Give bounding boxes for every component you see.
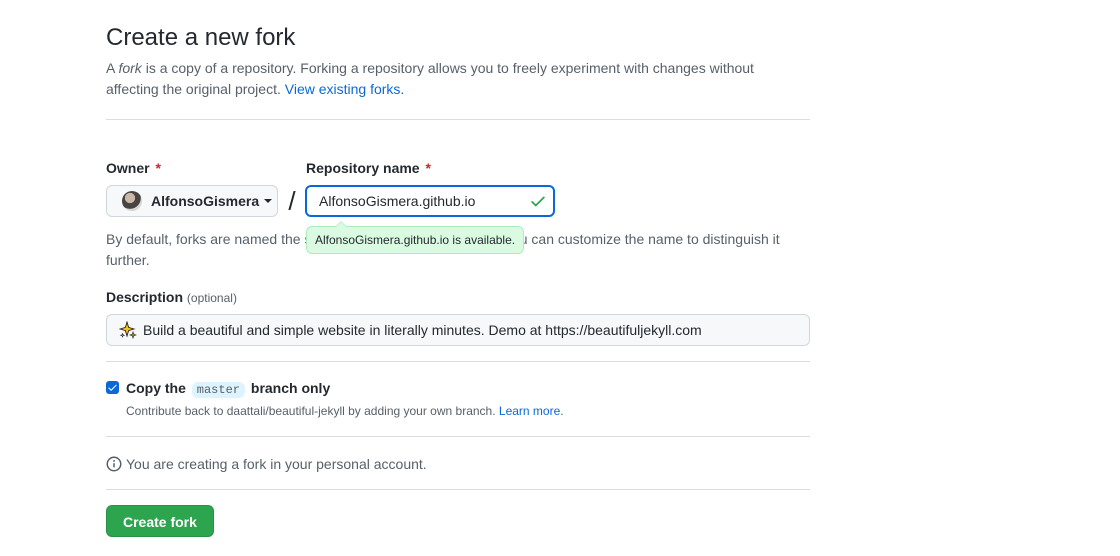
description-label: Description (optional) [106,287,810,308]
optional-hint: (optional) [186,291,237,305]
page-subtitle: A fork is a copy of a repository. Forkin… [106,58,810,100]
contribute-text: Contribute back to daattali/beautiful-je… [126,404,499,418]
copy-branch-suffix: branch only [250,380,331,396]
description-input[interactable] [106,314,810,346]
avatar [122,191,142,211]
availability-tooltip: AlfonsoGismera.github.io is available. [306,221,525,254]
owner-repo-separator: / [288,186,296,216]
copy-branch-prefix: Copy the [126,380,186,396]
check-icon [531,196,545,207]
description-field-wrap [106,314,810,346]
checkmark-icon [108,384,117,391]
caret-down-icon [264,199,273,203]
page-title: Create a new fork [106,24,296,51]
subtitle-prefix: A [106,60,119,76]
description-label-text: Description [106,289,184,305]
divider [106,361,810,362]
fork-form-container: Create a new fork A fork is a copy of a … [106,20,810,537]
copy-branch-option: Copy the master branch only [106,379,810,399]
repo-name-label-text: Repository name [306,160,420,176]
copy-branch-checkbox[interactable] [106,381,119,394]
info-icon [106,456,122,472]
required-mark: * [155,160,161,176]
sparkles-icon [119,321,137,339]
branch-name-badge: master [191,382,245,398]
owner-label: Owner * [106,158,280,178]
divider [106,489,810,490]
create-fork-button[interactable]: Create fork [106,505,214,537]
subtitle-text: is a copy of a repository. Forking a rep… [106,60,754,97]
info-text: You are creating a fork in your personal… [126,456,427,472]
owner-name: AlfonsoGismera [151,193,260,209]
divider [106,436,810,437]
repo-name-input[interactable] [305,185,555,217]
view-existing-forks-link[interactable]: View existing forks. [285,81,405,97]
page: Create a new fork A fork is a copy of a … [0,0,1120,556]
owner-label-text: Owner [106,160,150,176]
repo-name-field-wrap [305,185,555,217]
subtitle-fork-term: fork [118,60,142,76]
owner-repo-labels: Owner * Repository name * [106,158,810,178]
learn-more-link[interactable]: Learn more. [499,404,564,418]
owner-select-button[interactable]: AlfonsoGismera [106,185,278,217]
required-mark: * [425,160,431,176]
copy-branch-label[interactable]: Copy the master branch only [126,379,330,399]
repo-name-label: Repository name * [306,158,431,178]
personal-account-info: You are creating a fork in your personal… [106,454,810,474]
divider [106,119,810,120]
contribute-note: Contribute back to daattali/beautiful-je… [126,402,810,420]
owner-repo-inputs: AlfonsoGismera / AlfonsoGismera.github.i… [106,185,810,254]
